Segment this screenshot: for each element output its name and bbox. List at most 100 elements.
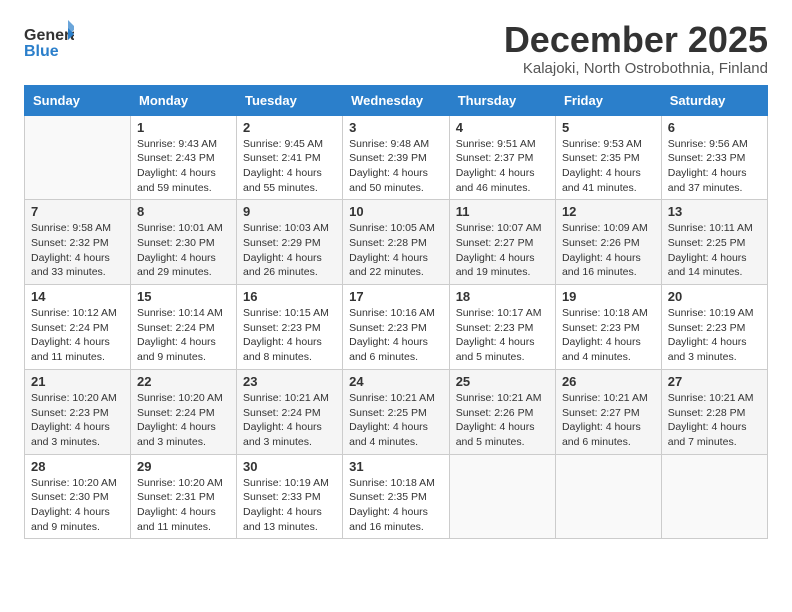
- day-number: 8: [137, 204, 230, 219]
- weekday-header: Monday: [130, 85, 236, 115]
- day-number: 7: [31, 204, 124, 219]
- day-number: 12: [562, 204, 655, 219]
- calendar-cell: 31Sunrise: 10:18 AM Sunset: 2:35 PM Dayl…: [343, 454, 450, 539]
- calendar-cell: 20Sunrise: 10:19 AM Sunset: 2:23 PM Dayl…: [661, 285, 767, 370]
- day-info: Sunrise: 10:20 AM Sunset: 2:30 PM Daylig…: [31, 476, 124, 535]
- calendar-cell: 18 Sunrise: 10:17 AM Sunset: 2:23 PM Dayl…: [449, 285, 555, 370]
- day-info: Sunrise: 10:17 AM Sunset: 2:23 PM Daylig…: [456, 306, 549, 365]
- day-number: 17: [349, 289, 443, 304]
- day-number: 11: [456, 204, 549, 219]
- calendar-cell: 2 Sunrise: 9:45 AM Sunset: 2:41 PM Daylig…: [237, 115, 343, 200]
- calendar-cell: 29 Sunrise: 10:20 AM Sunset: 2:31 PM Dayl…: [130, 454, 236, 539]
- day-number: 10: [349, 204, 443, 219]
- calendar-cell: 19 Sunrise: 10:18 AM Sunset: 2:23 PM Dayl…: [555, 285, 661, 370]
- calendar-cell: 25 Sunrise: 10:21 AM Sunset: 2:26 PM Dayl…: [449, 369, 555, 454]
- calendar-cell: 4 Sunrise: 9:51 AM Sunset: 2:37 PM Daylig…: [449, 115, 555, 200]
- calendar-cell: 22 Sunrise: 10:20 AM Sunset: 2:24 PM Dayl…: [130, 369, 236, 454]
- day-number: 23: [243, 374, 336, 389]
- calendar-cell: 15Sunrise: 10:14 AM Sunset: 2:24 PM Dayl…: [130, 285, 236, 370]
- page-header: General Blue December 2025 Kalajoki, Nor…: [24, 20, 768, 77]
- day-info: Sunrise: 10:03 AM Sunset: 2:29 PM Daylig…: [243, 221, 336, 280]
- day-number: 14: [31, 289, 124, 304]
- calendar-cell: 27Sunrise: 10:21 AM Sunset: 2:28 PM Dayl…: [661, 369, 767, 454]
- day-info: Sunrise: 10:21 AM Sunset: 2:27 PM Daylig…: [562, 391, 655, 450]
- day-info: Sunrise: 10:05 AM Sunset: 2:28 PM Daylig…: [349, 221, 443, 280]
- day-info: Sunrise: 10:20 AM Sunset: 2:31 PM Daylig…: [137, 476, 230, 535]
- day-info: Sunrise: 9:43 AM Sunset: 2:43 PM Dayligh…: [137, 137, 230, 196]
- day-number: 22: [137, 374, 230, 389]
- calendar-cell: 28 Sunrise: 10:20 AM Sunset: 2:30 PM Dayl…: [25, 454, 131, 539]
- day-number: 3: [349, 120, 443, 135]
- calendar-cell: 16 Sunrise: 10:15 AM Sunset: 2:23 PM Dayl…: [237, 285, 343, 370]
- day-info: Sunrise: 10:09 AM Sunset: 2:26 PM Daylig…: [562, 221, 655, 280]
- calendar-cell: 5 Sunrise: 9:53 AM Sunset: 2:35 PM Daylig…: [555, 115, 661, 200]
- day-info: Sunrise: 10:18 AM Sunset: 2:23 PM Daylig…: [562, 306, 655, 365]
- day-number: 4: [456, 120, 549, 135]
- day-info: Sunrise: 10:15 AM Sunset: 2:23 PM Daylig…: [243, 306, 336, 365]
- day-info: Sunrise: 9:56 AM Sunset: 2:33 PM Dayligh…: [668, 137, 761, 196]
- calendar-cell: 9 Sunrise: 10:03 AM Sunset: 2:29 PM Dayli…: [237, 200, 343, 285]
- logo-icon: General Blue: [24, 20, 74, 66]
- calendar-cell: 12 Sunrise: 10:09 AM Sunset: 2:26 PM Dayl…: [555, 200, 661, 285]
- day-number: 18: [456, 289, 549, 304]
- calendar-cell: [661, 454, 767, 539]
- calendar-cell: 7 Sunrise: 9:58 AM Sunset: 2:32 PM Daylig…: [25, 200, 131, 285]
- day-info: Sunrise: 10:20 AM Sunset: 2:24 PM Daylig…: [137, 391, 230, 450]
- calendar-cell: 10 Sunrise: 10:05 AM Sunset: 2:28 PM Dayl…: [343, 200, 450, 285]
- day-number: 2: [243, 120, 336, 135]
- weekday-header: Saturday: [661, 85, 767, 115]
- calendar-header-row: SundayMondayTuesdayWednesdayThursdayFrid…: [25, 85, 768, 115]
- day-info: Sunrise: 10:12 AM Sunset: 2:24 PM Daylig…: [31, 306, 124, 365]
- day-number: 9: [243, 204, 336, 219]
- calendar-cell: [25, 115, 131, 200]
- calendar-cell: 8Sunrise: 10:01 AM Sunset: 2:30 PM Dayli…: [130, 200, 236, 285]
- day-number: 5: [562, 120, 655, 135]
- day-number: 20: [668, 289, 761, 304]
- day-info: Sunrise: 10:20 AM Sunset: 2:23 PM Daylig…: [31, 391, 124, 450]
- day-number: 15: [137, 289, 230, 304]
- day-info: Sunrise: 9:51 AM Sunset: 2:37 PM Dayligh…: [456, 137, 549, 196]
- calendar-cell: 17 Sunrise: 10:16 AM Sunset: 2:23 PM Dayl…: [343, 285, 450, 370]
- day-number: 16: [243, 289, 336, 304]
- calendar-cell: 23 Sunrise: 10:21 AM Sunset: 2:24 PM Dayl…: [237, 369, 343, 454]
- day-number: 1: [137, 120, 230, 135]
- day-info: Sunrise: 10:21 AM Sunset: 2:28 PM Daylig…: [668, 391, 761, 450]
- day-info: Sunrise: 9:58 AM Sunset: 2:32 PM Dayligh…: [31, 221, 124, 280]
- day-info: Sunrise: 10:21 AM Sunset: 2:25 PM Daylig…: [349, 391, 443, 450]
- weekday-header: Sunday: [25, 85, 131, 115]
- calendar-cell: 3Sunrise: 9:48 AM Sunset: 2:39 PM Daylig…: [343, 115, 450, 200]
- calendar-cell: 13Sunrise: 10:11 AM Sunset: 2:25 PM Dayl…: [661, 200, 767, 285]
- day-info: Sunrise: 10:19 AM Sunset: 2:33 PM Daylig…: [243, 476, 336, 535]
- day-number: 21: [31, 374, 124, 389]
- weekday-header: Wednesday: [343, 85, 450, 115]
- day-number: 25: [456, 374, 549, 389]
- calendar-cell: 21 Sunrise: 10:20 AM Sunset: 2:23 PM Dayl…: [25, 369, 131, 454]
- day-number: 31: [349, 459, 443, 474]
- day-info: Sunrise: 9:45 AM Sunset: 2:41 PM Dayligh…: [243, 137, 336, 196]
- calendar-table: SundayMondayTuesdayWednesdayThursdayFrid…: [24, 85, 768, 540]
- calendar-cell: 14 Sunrise: 10:12 AM Sunset: 2:24 PM Dayl…: [25, 285, 131, 370]
- title-section: December 2025 Kalajoki, North Ostrobothn…: [504, 20, 768, 77]
- day-info: Sunrise: 9:53 AM Sunset: 2:35 PM Dayligh…: [562, 137, 655, 196]
- calendar-week-row: 7 Sunrise: 9:58 AM Sunset: 2:32 PM Daylig…: [25, 200, 768, 285]
- day-number: 6: [668, 120, 761, 135]
- day-number: 24: [349, 374, 443, 389]
- day-info: Sunrise: 10:21 AM Sunset: 2:24 PM Daylig…: [243, 391, 336, 450]
- calendar-cell: 1 Sunrise: 9:43 AM Sunset: 2:43 PM Daylig…: [130, 115, 236, 200]
- calendar-cell: 30 Sunrise: 10:19 AM Sunset: 2:33 PM Dayl…: [237, 454, 343, 539]
- day-info: Sunrise: 10:21 AM Sunset: 2:26 PM Daylig…: [456, 391, 549, 450]
- day-number: 19: [562, 289, 655, 304]
- day-number: 29: [137, 459, 230, 474]
- weekday-header: Friday: [555, 85, 661, 115]
- day-info: Sunrise: 10:16 AM Sunset: 2:23 PM Daylig…: [349, 306, 443, 365]
- day-number: 28: [31, 459, 124, 474]
- svg-text:Blue: Blue: [24, 43, 59, 60]
- calendar-week-row: 21 Sunrise: 10:20 AM Sunset: 2:23 PM Dayl…: [25, 369, 768, 454]
- month-year-title: December 2025: [504, 20, 768, 60]
- location-subtitle: Kalajoki, North Ostrobothnia, Finland: [504, 60, 768, 77]
- calendar-cell: [449, 454, 555, 539]
- day-number: 30: [243, 459, 336, 474]
- logo: General Blue: [24, 20, 74, 66]
- day-info: Sunrise: 10:07 AM Sunset: 2:27 PM Daylig…: [456, 221, 549, 280]
- weekday-header: Thursday: [449, 85, 555, 115]
